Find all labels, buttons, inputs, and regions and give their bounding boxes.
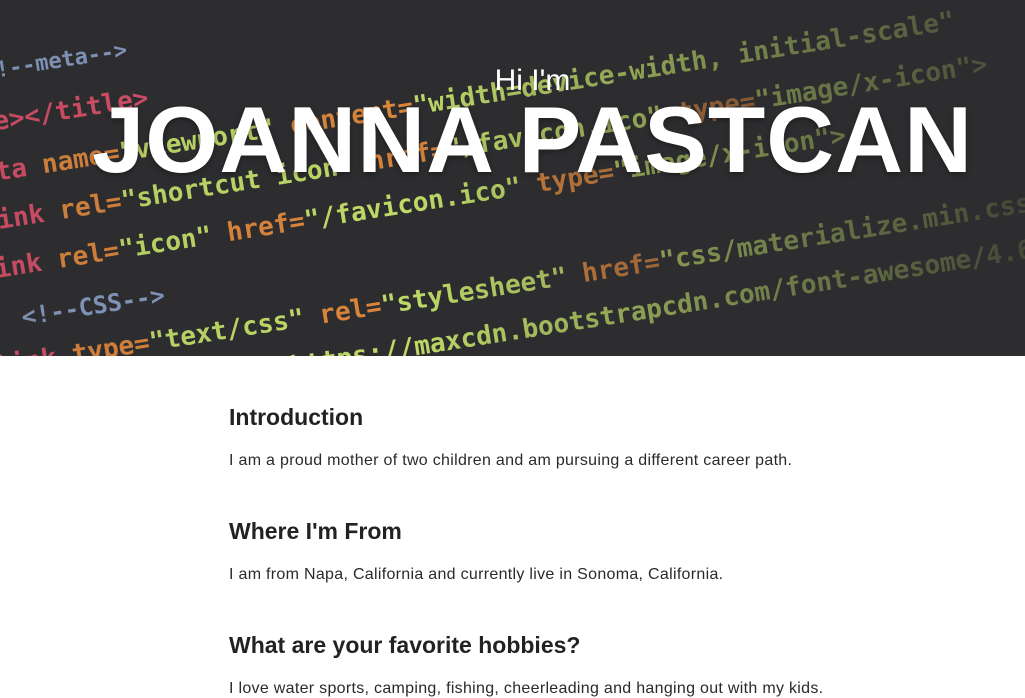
- section-where-from: Where I'm From I am from Napa, Californi…: [229, 518, 723, 584]
- section-heading: What are your favorite hobbies?: [229, 632, 581, 658]
- section-body: I am from Napa, California and currently…: [229, 566, 724, 583]
- section-heading: Where I'm From: [229, 518, 402, 544]
- section-introduction: Introduction I am a proud mother of two …: [229, 404, 792, 470]
- section-hobbies: What are your favorite hobbies? I love w…: [229, 632, 823, 698]
- hero-name-title: JOANNA PASTCAN: [92, 87, 973, 192]
- section-body: I am a proud mother of two children and …: [229, 452, 793, 469]
- hero-banner: <!--meta-->title></title><meta name="vie…: [0, 0, 1025, 356]
- section-heading: Introduction: [229, 404, 364, 430]
- section-body: I love water sports, camping, fishing, c…: [229, 680, 824, 697]
